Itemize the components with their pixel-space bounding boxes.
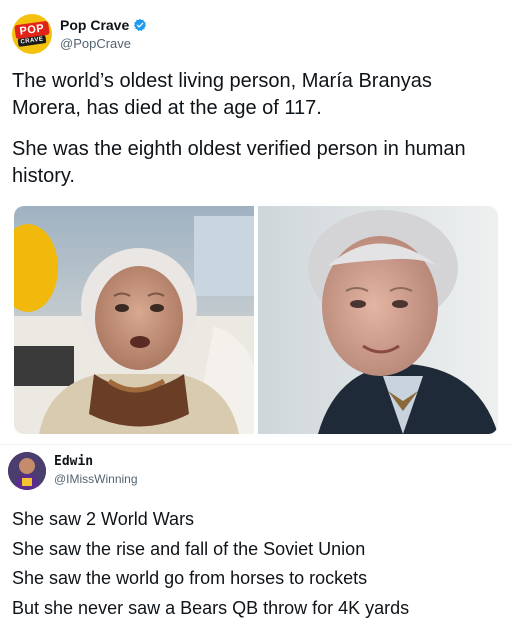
divider [0,444,512,445]
photo-right-illustration [258,206,498,434]
reply-line: She saw 2 World Wars [12,509,195,529]
reply-line: She saw the world go from horses to rock… [12,568,368,588]
author-name-row[interactable]: Pop Crave [60,17,147,33]
avatar-illustration [8,452,46,490]
avatar[interactable] [8,452,46,490]
tweet-text-paragraph-1: The world’s oldest living person, María … [12,70,432,119]
author-handle[interactable]: @PopCrave [60,36,131,51]
reply-line: But she never saw a Bears QB throw for 4… [12,597,410,618]
reply-line: She saw the rise and fall of the Soviet … [12,538,366,559]
avatar[interactable]: POP CRAVE [12,14,52,54]
verified-badge-icon [134,18,147,32]
tweet-text-paragraph-2: She was the eighth oldest verified perso… [12,138,466,187]
author-name[interactable]: Pop Crave [60,17,129,33]
tweet-card: POP CRAVE Pop Crave @PopCrave The world’… [0,0,512,440]
photo-right[interactable] [258,206,498,434]
photo-left[interactable] [14,206,254,434]
author-handle[interactable]: @IMissWinning [54,472,138,486]
photo-left-illustration [14,206,254,434]
author-name[interactable]: Edwin [54,454,93,469]
reply-text: She saw 2 World Wars She saw the rise an… [12,505,504,623]
